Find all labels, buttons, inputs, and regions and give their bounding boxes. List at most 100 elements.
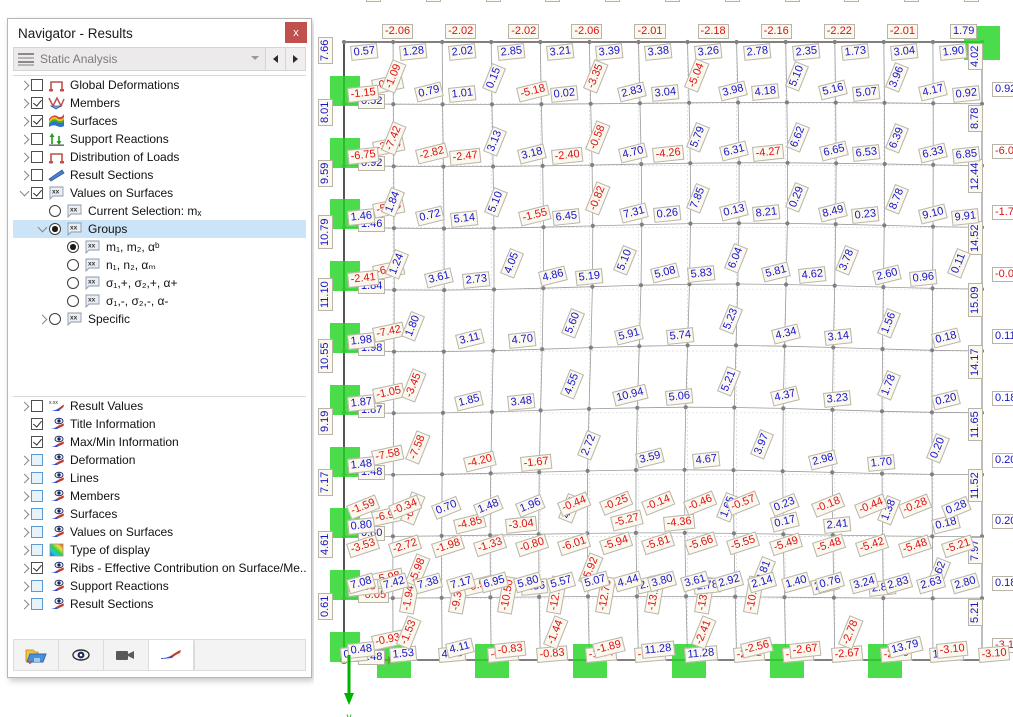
tree-item-n-n[interactable]: xx n₁, n₂, αₘ bbox=[13, 256, 306, 274]
result-value-label: -15.14 bbox=[904, 0, 920, 2]
tree-item-ribs-effective-contribution-on-surface-me[interactable]: Ribs - Effective Contribution on Surface… bbox=[13, 559, 306, 577]
checkbox[interactable] bbox=[31, 472, 43, 484]
expander-collapse-icon[interactable] bbox=[35, 222, 49, 233]
checkbox[interactable] bbox=[31, 436, 43, 448]
checkbox[interactable] bbox=[31, 508, 43, 520]
svg-text:xx: xx bbox=[70, 315, 78, 322]
tree-item-lines[interactable]: Lines bbox=[13, 469, 306, 487]
display-props-icon bbox=[48, 597, 65, 611]
checkbox[interactable] bbox=[31, 79, 43, 91]
checkbox[interactable] bbox=[31, 526, 43, 538]
result-value-label: 1.73 bbox=[840, 43, 870, 61]
expander-expand-icon[interactable] bbox=[17, 527, 31, 537]
checkbox[interactable] bbox=[31, 169, 43, 181]
tree-item-max-min-information[interactable]: Max/Min Information bbox=[13, 433, 306, 451]
radio-button[interactable] bbox=[49, 313, 61, 325]
xx-icon: xx bbox=[66, 312, 83, 327]
tree-item-values-on-surfaces[interactable]: xx Values on Surfaces bbox=[13, 184, 306, 202]
tree-item-m-m[interactable]: xx m₁, m₂, αᵇ bbox=[13, 238, 306, 256]
expander-expand-icon[interactable] bbox=[17, 98, 31, 108]
expander-expand-icon[interactable] bbox=[17, 581, 31, 591]
animation-tab[interactable] bbox=[104, 640, 149, 670]
fe-mesh-drawing bbox=[340, 39, 985, 664]
tree-item-distribution-of-loads[interactable]: Distribution of Loads bbox=[13, 148, 306, 166]
tree-item-[interactable]: xx σ₁,+, σ₂,+, α+ bbox=[13, 274, 306, 292]
expander-expand-icon[interactable] bbox=[17, 116, 31, 126]
checkbox[interactable] bbox=[31, 133, 43, 145]
radio-button[interactable] bbox=[67, 241, 79, 253]
expander-expand-icon[interactable] bbox=[17, 152, 31, 162]
tree-item-members[interactable]: Members bbox=[13, 94, 306, 112]
expander-expand-icon[interactable] bbox=[17, 545, 31, 555]
tree-item-members[interactable]: Members bbox=[13, 487, 306, 505]
tree-item-surfaces[interactable]: Surfaces bbox=[13, 112, 306, 130]
tree-item-result-sections[interactable]: Result Sections bbox=[13, 595, 306, 613]
expander-expand-icon[interactable] bbox=[17, 80, 31, 90]
expander-expand-icon[interactable] bbox=[17, 134, 31, 144]
tree-item-label: Members bbox=[70, 96, 121, 110]
expander-expand-icon[interactable] bbox=[35, 314, 49, 324]
expander-expand-icon[interactable] bbox=[17, 455, 31, 465]
tree-item-type-of-display[interactable]: Type of display bbox=[13, 541, 306, 559]
graphics-view[interactable]: -20.20 -16.76 -13.27 -12.52 -12.32 -12.29 -12.… bbox=[314, 0, 1013, 717]
radio-button[interactable] bbox=[49, 223, 61, 235]
expander-collapse-icon[interactable] bbox=[17, 186, 31, 197]
results-ribbon-icon bbox=[161, 649, 181, 659]
display-props-icon bbox=[48, 489, 65, 503]
open-project-tab[interactable] bbox=[14, 640, 59, 670]
tree-item-surfaces[interactable]: Surfaces bbox=[13, 505, 306, 523]
tree-item-support-reactions[interactable]: Support Reactions bbox=[13, 130, 306, 148]
checkbox[interactable] bbox=[31, 400, 43, 412]
radio-button[interactable] bbox=[49, 205, 61, 217]
results-tree-top[interactable]: Global Deformations Members Surfaces Suppor… bbox=[13, 75, 306, 396]
tree-item-global-deformations[interactable]: Global Deformations bbox=[13, 76, 306, 94]
result-value-label: -2.06 bbox=[382, 24, 414, 39]
result-value-label: -12.52 bbox=[724, 0, 740, 2]
previous-case-button[interactable] bbox=[266, 47, 286, 71]
checkbox[interactable] bbox=[31, 418, 43, 430]
results-display-tab[interactable] bbox=[149, 640, 194, 670]
tree-item-current-selection-m[interactable]: xx Current Selection: mₓ bbox=[13, 202, 306, 220]
checkbox[interactable] bbox=[31, 598, 43, 610]
expander-expand-icon[interactable] bbox=[17, 401, 31, 411]
expander-expand-icon[interactable] bbox=[17, 170, 31, 180]
frame-icon bbox=[48, 150, 65, 164]
tree-item-title-information[interactable]: Title Information bbox=[13, 415, 306, 433]
analysis-type-select[interactable]: Static Analysis bbox=[13, 47, 266, 71]
display-props-icon bbox=[48, 453, 65, 467]
display-properties-tree[interactable]: x.xx Result Values Title Information Max/Mi… bbox=[13, 396, 306, 636]
tree-item-groups[interactable]: xx Groups bbox=[13, 220, 306, 238]
result-value-label: -6.75 bbox=[347, 146, 380, 165]
tree-item-support-reactions[interactable]: Support Reactions bbox=[13, 577, 306, 595]
view-tab[interactable] bbox=[59, 640, 104, 670]
radio-button[interactable] bbox=[67, 277, 79, 289]
close-icon[interactable]: x bbox=[285, 22, 307, 43]
result-value-label: -12.29 bbox=[665, 0, 680, 2]
checkbox[interactable] bbox=[31, 151, 43, 163]
checkbox[interactable] bbox=[31, 115, 43, 127]
checkbox[interactable] bbox=[31, 580, 43, 592]
tree-item-values-on-surfaces[interactable]: Values on Surfaces bbox=[13, 523, 306, 541]
next-case-button[interactable] bbox=[286, 47, 306, 71]
checkbox[interactable] bbox=[31, 562, 43, 574]
expander-expand-icon[interactable] bbox=[17, 473, 31, 483]
checkbox[interactable] bbox=[31, 544, 43, 556]
checkbox[interactable] bbox=[31, 187, 43, 199]
result-value-label: 10.55 bbox=[318, 339, 333, 373]
tree-item-deformation[interactable]: Deformation bbox=[13, 451, 306, 469]
checkbox[interactable] bbox=[31, 490, 43, 502]
expander-expand-icon[interactable] bbox=[17, 563, 31, 573]
expander-expand-icon[interactable] bbox=[17, 491, 31, 501]
checkbox[interactable] bbox=[31, 454, 43, 466]
tree-item-result-sections[interactable]: Result Sections bbox=[13, 166, 306, 184]
expander-expand-icon[interactable] bbox=[17, 509, 31, 519]
result-value-label: 3.14 bbox=[824, 328, 853, 347]
tree-item-specific[interactable]: xx Specific bbox=[13, 310, 306, 328]
expander-expand-icon[interactable] bbox=[17, 599, 31, 609]
checkbox[interactable] bbox=[31, 97, 43, 109]
radio-button[interactable] bbox=[67, 295, 79, 307]
tree-item-result-values[interactable]: x.xx Result Values bbox=[13, 397, 306, 415]
radio-button[interactable] bbox=[67, 259, 79, 271]
tree-item-[interactable]: xx σ₁,-, σ₂,-, α- bbox=[13, 292, 306, 310]
chevron-down-icon bbox=[251, 56, 259, 60]
